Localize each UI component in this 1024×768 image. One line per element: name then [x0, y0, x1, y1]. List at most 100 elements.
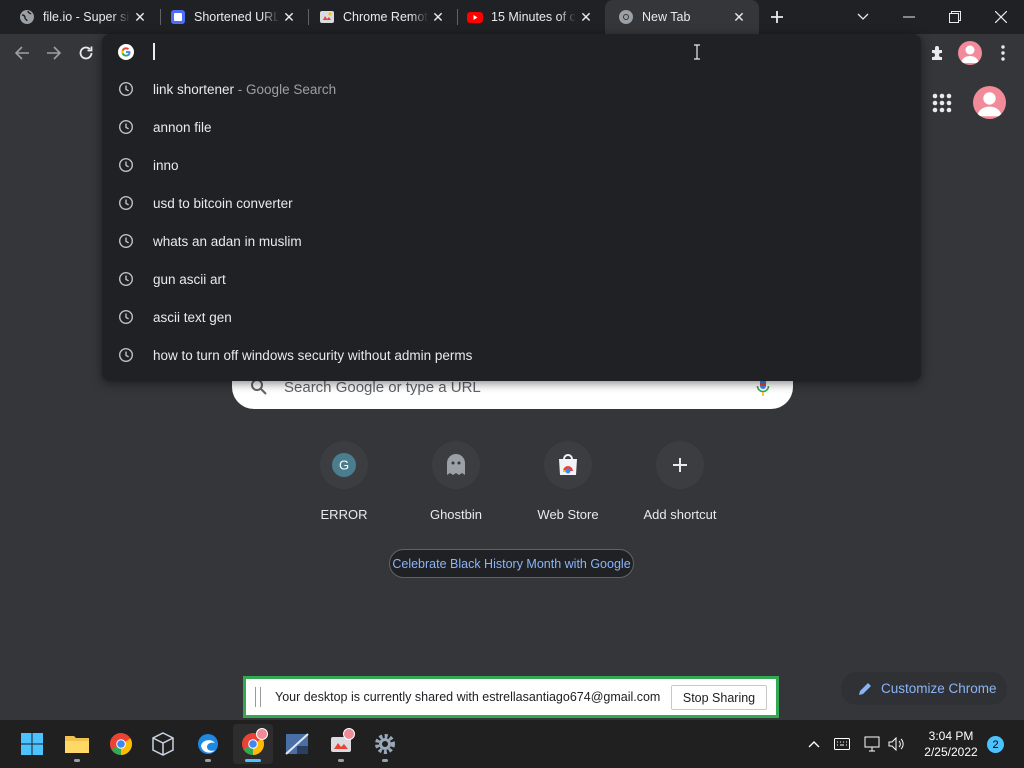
drag-handle[interactable] [255, 687, 261, 707]
omnibox-dropdown: link shortener - Google Search annon fil… [102, 34, 921, 381]
avatar-icon [961, 45, 979, 63]
tab-title: file.io - Super simple file sharing [43, 10, 130, 24]
close-window-button[interactable] [978, 0, 1024, 34]
puzzle-icon [932, 46, 942, 60]
customize-chrome-button[interactable]: Customize Chrome [841, 672, 1007, 705]
back-button[interactable] [8, 39, 36, 67]
chrome-icon [618, 9, 634, 25]
stop-sharing-button[interactable]: Stop Sharing [671, 685, 767, 710]
suggestion-item[interactable]: inno [102, 146, 921, 184]
suggestion-text: how to turn off windows security without… [153, 347, 473, 363]
speaker-icon [888, 737, 904, 751]
minimize-button[interactable] [886, 0, 932, 34]
close-icon[interactable]: ✕ [130, 7, 150, 27]
forward-button[interactable] [40, 39, 68, 67]
start-button[interactable] [12, 724, 52, 764]
close-icon[interactable]: ✕ [428, 7, 448, 27]
taskbar-chrome[interactable] [101, 724, 141, 764]
taskbar-settings[interactable] [365, 724, 405, 764]
minimize-icon [903, 16, 915, 18]
suggestion-text: usd to bitcoin converter [153, 195, 293, 211]
shortcut-add[interactable]: Add shortcut [624, 441, 736, 531]
google-apps-icon[interactable] [930, 91, 954, 115]
shortcut-ghostbin[interactable]: Ghostbin [400, 441, 512, 531]
tab-new-tab[interactable]: New Tab ✕ [605, 0, 759, 34]
running-indicator [382, 759, 388, 762]
close-icon[interactable]: ✕ [729, 7, 749, 27]
suggestion-item[interactable]: link shortener - Google Search [102, 70, 921, 108]
taskbar-calculator-app[interactable] [277, 724, 317, 764]
reload-button[interactable] [72, 39, 100, 67]
suggestion-item[interactable]: whats an adan in muslim [102, 222, 921, 260]
taskbar-app-blue[interactable] [188, 724, 228, 764]
suggestion-text: link shortener [153, 81, 235, 97]
suggestion-item[interactable]: gun ascii art [102, 260, 921, 298]
network-icon [864, 736, 880, 752]
chevron-down-icon [857, 13, 869, 20]
text-caret [153, 43, 155, 60]
shortcut-web-store[interactable]: Web Store [512, 441, 624, 531]
search-placeholder: Search Google or type a URL [284, 379, 481, 396]
app-window-icon [285, 733, 309, 755]
taskbar-clock[interactable]: 3:04 PM 2/25/2022 [918, 728, 984, 760]
suggestion-source: - Google Search [234, 81, 337, 97]
tab-search-button[interactable] [840, 0, 886, 34]
tray-overflow-button[interactable] [803, 720, 825, 768]
remote-desktop-icon [319, 9, 335, 25]
tab-title: New Tab [642, 10, 691, 24]
tab-title: Chrome Remote Desktop [343, 10, 428, 24]
globe-icon [19, 9, 35, 25]
google-icon [118, 44, 134, 60]
taskbar-remote-desktop[interactable] [321, 724, 361, 764]
close-icon[interactable]: ✕ [279, 7, 299, 27]
omnibox-input[interactable] [152, 40, 852, 64]
notification-badge[interactable]: 2 [987, 736, 1004, 753]
arrow-left-icon [14, 46, 29, 60]
history-clock-icon [118, 271, 134, 287]
customize-label: Customize Chrome [881, 681, 997, 696]
shortcut-label: Web Store [537, 507, 599, 522]
suggestion-item[interactable]: ascii text gen [102, 298, 921, 336]
tab-fileio[interactable]: file.io - Super simple file sharing ✕ [0, 0, 160, 34]
kebab-menu-icon [1001, 45, 1005, 61]
account-avatar[interactable] [973, 86, 1006, 119]
share-message: Your desktop is currently shared with es… [275, 690, 661, 704]
suggestion-item[interactable]: how to turn off windows security without… [102, 336, 921, 374]
history-clock-icon [118, 119, 134, 135]
svg-text:G: G [339, 458, 349, 473]
taskbar-virtualbox[interactable] [143, 724, 183, 764]
tab-shortened-url[interactable]: Shortened URL ✕ [151, 0, 309, 34]
shortcut-error[interactable]: G ERROR [288, 441, 400, 531]
profile-badge [256, 728, 268, 740]
tab-title: Shortened URL [194, 10, 279, 24]
chrome-menu-button[interactable] [993, 41, 1013, 65]
new-tab-button[interactable] [754, 0, 800, 34]
chevron-up-icon [808, 741, 820, 748]
tab-chrome-remote-desktop[interactable]: Chrome Remote Desktop ✕ [300, 0, 458, 34]
restore-button[interactable] [932, 0, 978, 34]
history-clock-icon [118, 347, 134, 363]
suggestion-text: ascii text gen [153, 309, 232, 325]
youtube-icon [467, 9, 483, 25]
doodle-share-chip[interactable]: Celebrate Black History Month with Googl… [389, 549, 634, 578]
extensions-button[interactable] [927, 42, 949, 64]
ghost-icon [447, 454, 465, 475]
pencil-icon [859, 682, 871, 695]
taskbar-chrome-active[interactable] [233, 724, 273, 764]
suggestion-text: gun ascii art [153, 271, 226, 287]
running-indicator [74, 759, 80, 762]
active-indicator [245, 759, 261, 762]
suggestion-item[interactable]: annon file [102, 108, 921, 146]
keyboard-button[interactable] [831, 720, 853, 768]
volume-button[interactable] [886, 720, 908, 768]
tab-youtube[interactable]: 15 Minutes of calm ✕ [448, 0, 606, 34]
taskbar-file-explorer[interactable] [57, 724, 97, 764]
profile-button[interactable] [958, 41, 982, 65]
suggestion-item[interactable]: usd to bitcoin converter [102, 184, 921, 222]
g-letter-icon: G [332, 453, 356, 477]
network-button[interactable] [862, 720, 884, 768]
history-clock-icon [118, 233, 134, 249]
close-icon[interactable]: ✕ [576, 7, 596, 27]
clock-time: 3:04 PM [928, 729, 974, 743]
restore-icon [949, 11, 961, 23]
